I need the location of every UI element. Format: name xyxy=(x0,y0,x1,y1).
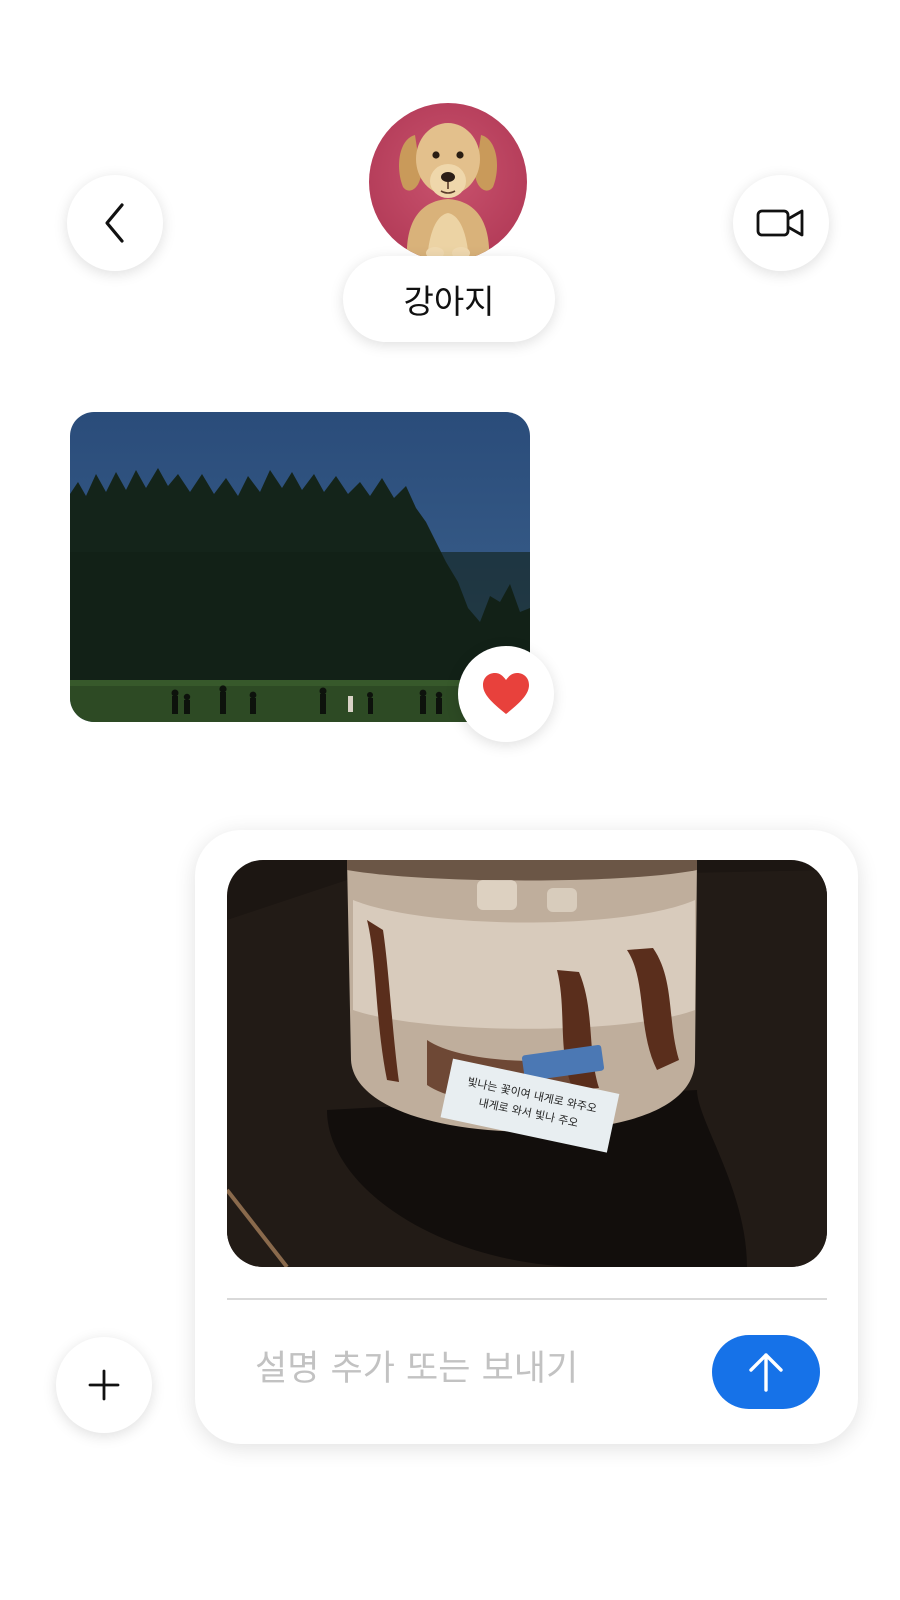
video-camera-icon xyxy=(756,205,806,241)
add-attachment-button[interactable] xyxy=(56,1337,152,1433)
back-button[interactable] xyxy=(67,175,163,271)
plus-icon xyxy=(87,1368,121,1402)
chevron-left-icon xyxy=(100,201,130,245)
caption-input[interactable] xyxy=(253,1336,677,1402)
compose-card: 빛나는 꽃이여 내게로 와주오 내게로 와서 빛나 주오 xyxy=(195,830,858,1444)
contact-name[interactable]: 강아지 xyxy=(343,256,555,342)
send-button[interactable] xyxy=(712,1335,820,1409)
arrow-up-icon xyxy=(746,1350,786,1394)
heart-icon xyxy=(481,672,531,716)
contact-avatar[interactable] xyxy=(369,103,527,261)
heart-reaction[interactable] xyxy=(458,646,554,742)
contact-name-label: 강아지 xyxy=(403,282,495,321)
attached-photo-preview[interactable]: 빛나는 꽃이여 내게로 와주오 내게로 와서 빛나 주오 xyxy=(227,860,827,1267)
video-call-button[interactable] xyxy=(733,175,829,271)
compose-divider xyxy=(227,1298,827,1300)
